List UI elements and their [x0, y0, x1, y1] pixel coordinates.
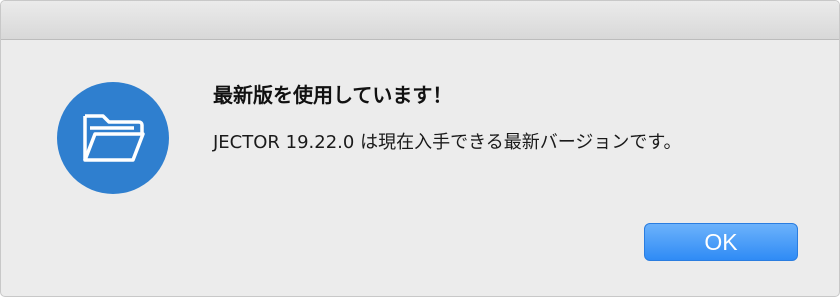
dialog-message: JECTOR 19.22.0 は現在入手できる最新バージョンです。	[213, 132, 682, 153]
dialog-title: 最新版を使用しています！	[213, 83, 453, 107]
window-titlebar[interactable]	[1, 1, 839, 40]
update-dialog-window: 最新版を使用しています！ JECTOR 19.22.0 は現在入手できる最新バー…	[0, 0, 840, 297]
ok-button[interactable]: OK	[644, 223, 798, 261]
app-icon	[57, 82, 169, 194]
folder-open-icon	[83, 114, 145, 162]
